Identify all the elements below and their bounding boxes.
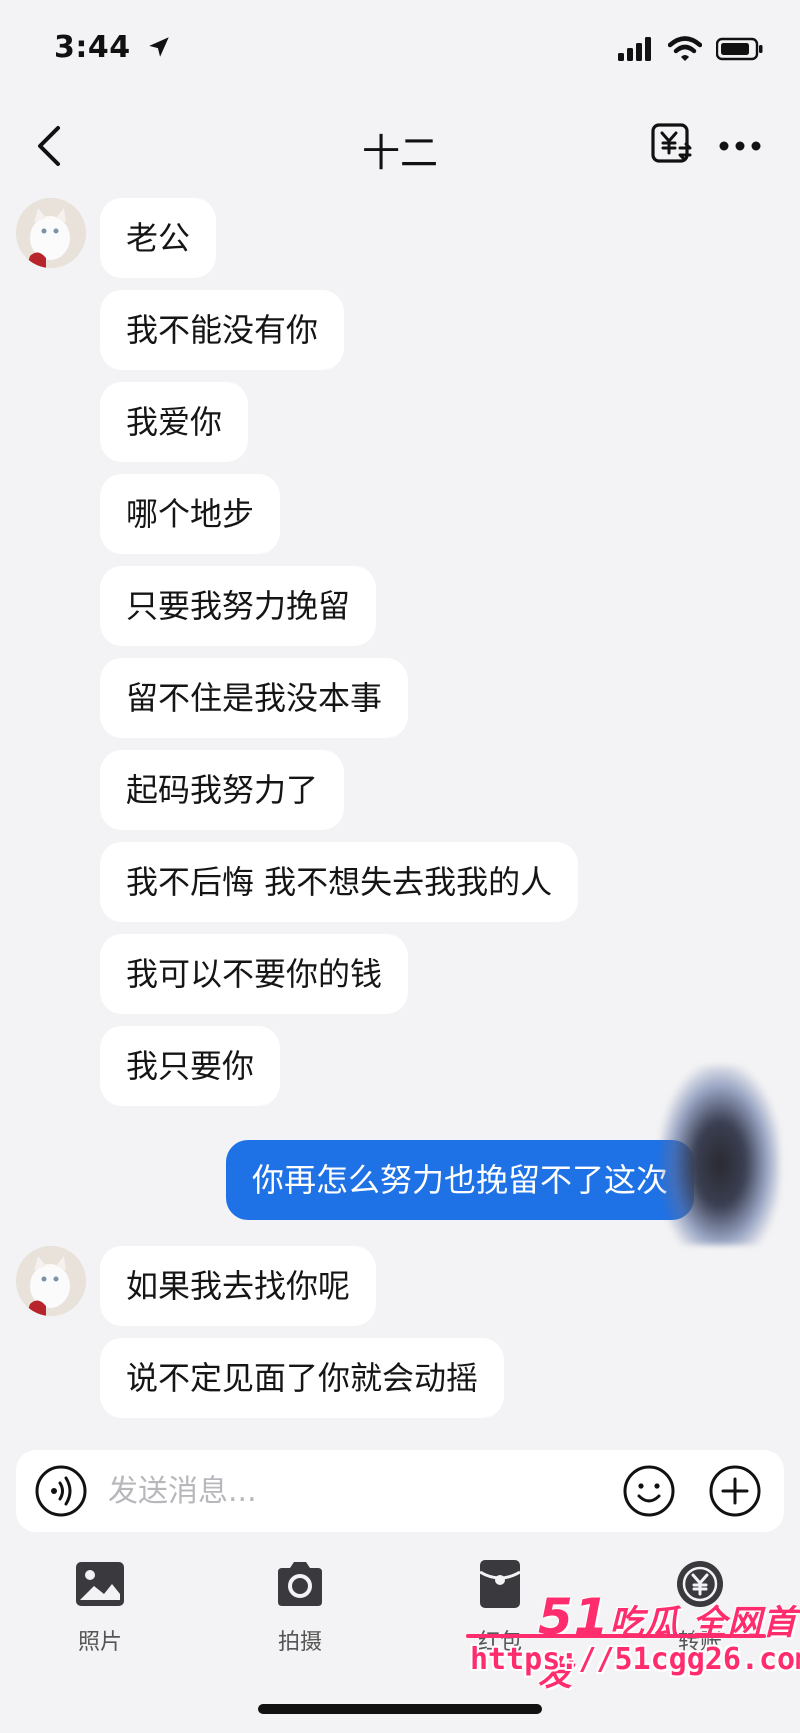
watermark-url: https://51cgg26.com	[470, 1642, 800, 1677]
plus-button[interactable]	[708, 1464, 762, 1518]
smiley-icon	[623, 1465, 675, 1517]
emoji-button[interactable]	[622, 1464, 676, 1518]
cat-avatar-icon	[16, 198, 86, 268]
message-bubble: 老公	[100, 198, 217, 278]
message-bubble: 哪个地步	[100, 474, 281, 554]
message-bubble: 我只要你	[100, 1026, 281, 1106]
message-bubble: 说不定见面了你就会动摇	[100, 1338, 505, 1418]
sent-message-bubble: 你再怎么努力也挽留不了这次	[225, 1140, 694, 1220]
battery-icon	[716, 37, 763, 61]
status-bar: 3:44	[0, 0, 800, 100]
message-bubble: 我爱你	[100, 382, 249, 462]
location-arrow-icon	[148, 37, 169, 57]
transfer-button[interactable]	[650, 122, 694, 166]
message-input-bar	[16, 1450, 784, 1532]
plus-circle-icon	[709, 1465, 761, 1517]
message-bubble: 只要我努力挽留	[100, 566, 377, 646]
cellular-signal-icon	[618, 37, 651, 61]
more-button[interactable]	[718, 136, 762, 156]
status-icons	[618, 36, 764, 62]
home-indicator[interactable]	[258, 1704, 542, 1714]
more-dots-icon	[719, 141, 761, 151]
status-time: 3:44	[54, 30, 172, 65]
voice-button[interactable]	[34, 1464, 88, 1518]
camera-icon	[278, 1562, 322, 1606]
red-packet-icon	[479, 1560, 521, 1608]
photo-label: 照片	[77, 1630, 122, 1655]
message-bubble: 起码我努力了	[100, 750, 345, 830]
message-bubble: 如果我去找你呢	[100, 1246, 377, 1326]
wifi-icon	[668, 36, 702, 61]
watermark-underline	[466, 1634, 766, 1638]
contact-avatar[interactable]	[16, 198, 86, 268]
contact-avatar[interactable]	[16, 1246, 86, 1316]
message-bubble: 留不住是我没本事	[100, 658, 409, 738]
voice-wave-icon	[35, 1465, 87, 1517]
yen-transfer-icon	[651, 123, 692, 163]
chat-header: 十二	[0, 100, 800, 192]
message-input[interactable]	[108, 1460, 608, 1522]
cat-avatar-icon	[16, 1246, 86, 1316]
camera-button[interactable]: 拍摄	[240, 1558, 360, 1656]
message-bubble: 我不能没有你	[100, 290, 345, 370]
camera-label: 拍摄	[277, 1630, 322, 1655]
photo-button[interactable]: 照片	[40, 1558, 160, 1656]
image-icon	[76, 1562, 124, 1606]
redaction-smudge	[660, 1065, 780, 1245]
message-bubble: 我不后悔 我不想失去我我的人	[100, 842, 579, 922]
message-bubble: 我可以不要你的钱	[100, 934, 409, 1014]
